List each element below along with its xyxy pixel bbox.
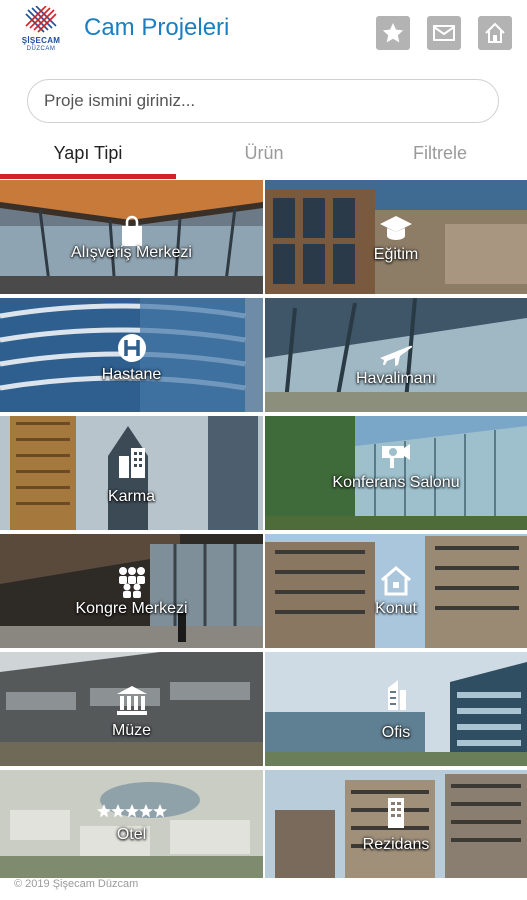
active-tab-indicator (0, 174, 176, 179)
category-label: Havalimanı (355, 370, 437, 387)
category-tile-mixed-use[interactable]: Karma (0, 416, 263, 530)
stars-icon (96, 804, 167, 818)
category-label: Alışveriş Merkezi (71, 244, 192, 261)
category-label: Konferans Salonu (332, 474, 460, 491)
airplane-icon (380, 345, 413, 366)
category-label: Ofis (381, 724, 411, 741)
home-icon (485, 22, 505, 43)
category-label: Otel (116, 826, 147, 843)
category-label: Kongre Merkezi (75, 600, 188, 617)
logo-mark-icon (25, 6, 57, 33)
museum-icon (116, 686, 147, 715)
favorites-button[interactable] (376, 16, 410, 50)
copyright-text: © 2019 Şişecam Düzcam (14, 878, 139, 890)
star-icon (382, 23, 404, 43)
graduation-cap-icon (380, 216, 412, 240)
hospital-icon (117, 334, 146, 362)
buildings-icon (118, 448, 145, 478)
mail-button[interactable] (427, 16, 461, 50)
logo-brand-text: ŞİŞECAM (21, 36, 61, 45)
category-grid: Alışveriş Merkezi Eğitim Hastane Havalim… (0, 180, 527, 878)
page-title: Cam Projeleri (84, 14, 230, 41)
category-tile-conference-hall[interactable]: Konferans Salonu (265, 416, 527, 530)
category-tile-airport[interactable]: Havalimanı (265, 298, 527, 412)
category-tile-education[interactable]: Eğitim (265, 180, 527, 294)
mail-icon (433, 25, 455, 41)
category-tile-housing[interactable]: Konut (265, 534, 527, 648)
residence-icon (388, 798, 404, 828)
category-label: Hastane (101, 366, 162, 383)
category-tile-museum[interactable]: Müze (0, 652, 263, 766)
tab-bar: Yapı Tipi Ürün Filtrele (0, 132, 527, 180)
category-tile-residence[interactable]: Rezidans (265, 770, 527, 878)
category-tile-office[interactable]: Ofis (265, 652, 527, 766)
category-tile-shopping-mall[interactable]: Alışveriş Merkezi (0, 180, 263, 294)
category-tile-hotel[interactable]: Otel (0, 770, 263, 878)
search-input[interactable] (27, 79, 499, 123)
tab-building-type[interactable]: Yapı Tipi (0, 132, 176, 176)
logo-sub-text: DÜZCAM (26, 46, 56, 52)
category-tile-hospital[interactable]: Hastane (0, 298, 263, 412)
sisecam-logo: ŞİŞECAM DÜZCAM (16, 6, 66, 54)
tab-product[interactable]: Ürün (176, 132, 352, 176)
category-label: Karma (107, 488, 156, 505)
hotel-photo (0, 770, 263, 878)
people-icon (118, 567, 145, 598)
tab-filter[interactable]: Filtrele (352, 132, 527, 176)
app-header: ŞİŞECAM DÜZCAM Cam Projeleri (0, 0, 527, 70)
house-icon (381, 566, 411, 596)
category-label: Rezidans (362, 836, 430, 853)
category-label: Müze (111, 722, 152, 739)
category-label: Eğitim (373, 246, 419, 263)
category-label: Konut (375, 600, 417, 617)
home-button[interactable] (478, 16, 512, 50)
category-tile-congress-center[interactable]: Kongre Merkezi (0, 534, 263, 648)
office-tower-icon (388, 680, 406, 710)
projector-icon (382, 444, 410, 468)
